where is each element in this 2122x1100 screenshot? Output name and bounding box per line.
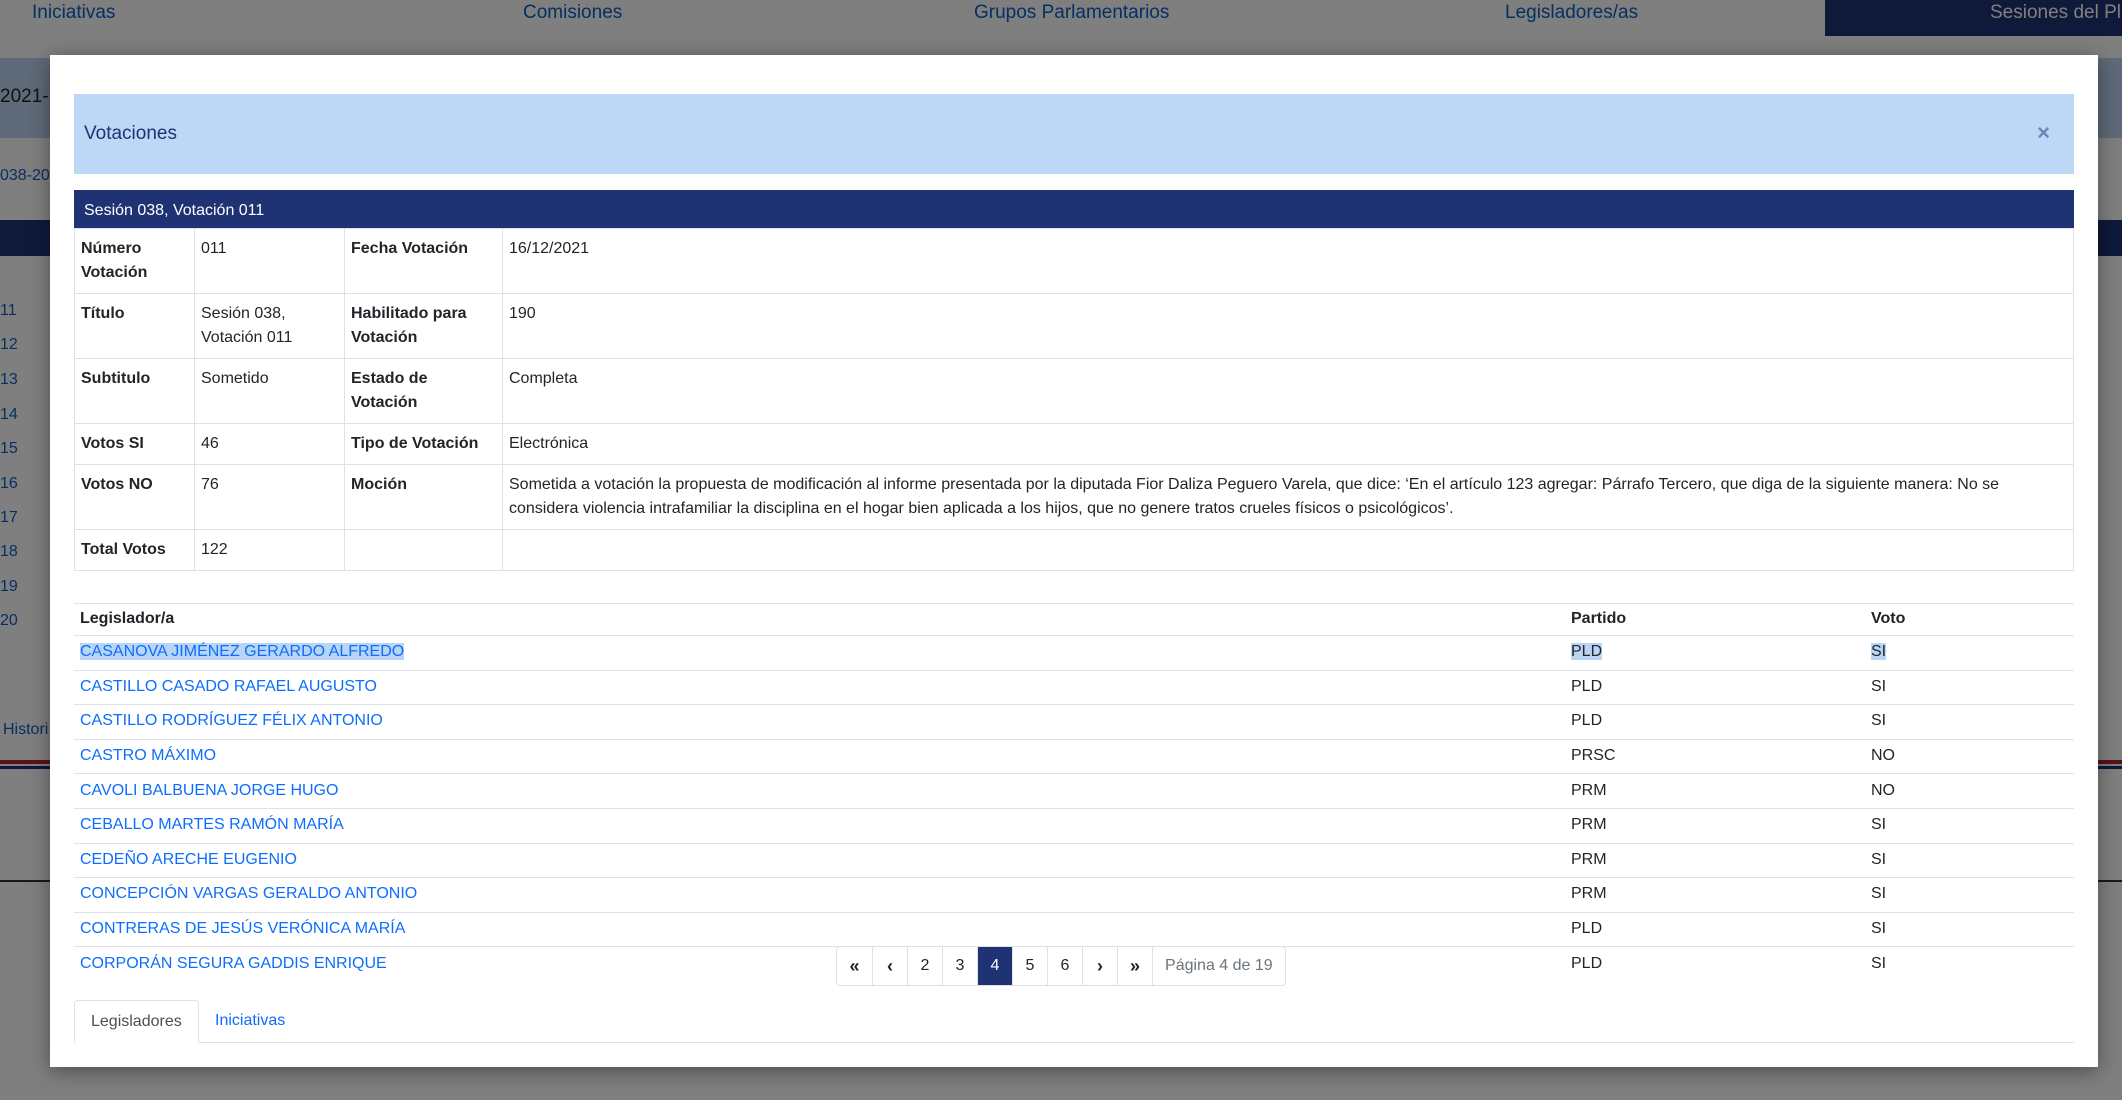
habilitado-value: 190 [502,293,2074,359]
votos-no-label: Votos NO [74,464,195,530]
header-voto: Voto [1865,603,2074,636]
vote-cell: SI [1865,808,2074,844]
total-label: Total Votos [74,529,195,571]
header-partido: Partido [1565,603,1865,636]
votos-si-label: Votos SI [74,423,195,465]
party-cell: PLD [1565,912,1865,948]
page-link[interactable]: 3 [942,947,977,985]
fecha-label: Fecha Votación [344,228,503,294]
table-row: CASTILLO RODRÍGUEZ FÉLIX ANTONIO PLD SI [74,704,2074,740]
header-legislador: Legislador/a [74,603,1565,636]
numero-label: Número Votación [74,228,195,294]
info-row: Título Sesión 038, Votación 011 Habilita… [74,293,2074,359]
mocion-label: Moción [344,464,503,530]
page-link[interactable]: 5 [1012,947,1047,985]
party-cell: PRSC [1565,739,1865,775]
vote-cell: NO [1865,739,2074,775]
close-icon[interactable]: × [2037,120,2050,146]
page-link[interactable]: 6 [1047,947,1082,985]
mocion-value: Sometida a votación la propuesta de modi… [502,464,2074,530]
tab-iniciativas[interactable]: Iniciativas [199,1000,301,1043]
tipo-label: Tipo de Votación [344,423,503,465]
first-page-icon[interactable]: « [837,947,872,985]
info-row: Total Votos 122 [74,529,2074,571]
current-page[interactable]: 4 [977,947,1012,985]
table-row: CAVOLI BALBUENA JORGE HUGO PRM NO [74,773,2074,809]
info-row: Votos SI 46 Tipo de Votación Electrónica [74,423,2074,465]
legislator-link[interactable]: CONTRERAS DE JESÚS VERÓNICA MARÍA [80,920,405,937]
party-cell: PRM [1565,773,1865,809]
fecha-value: 16/12/2021 [502,228,2074,294]
modal-tabs: Legisladores Iniciativas [74,1000,2074,1043]
vote-cell: NO [1865,773,2074,809]
modal-header: Votaciones × [74,94,2074,174]
vote-info-table: Número Votación 011 Fecha Votación 16/12… [74,228,2074,571]
page-link[interactable]: 2 [907,947,942,985]
vote-cell: SI [1871,643,1887,661]
last-page-icon[interactable]: » [1117,947,1152,985]
subtitulo-value: Sometido [194,358,345,424]
legislator-link[interactable]: CASTILLO CASADO RAFAEL AUGUSTO [80,678,377,695]
page-info: Página 4 de 19 [1152,947,1285,985]
votos-si-value: 46 [194,423,345,465]
pagination: « ‹ 2 3 4 5 6 › » Página 4 de 19 [836,946,1286,986]
table-row: CONTRERAS DE JESÚS VERÓNICA MARÍA PLD SI [74,912,2074,948]
prev-page-icon[interactable]: ‹ [872,947,907,985]
modal-title: Votaciones [84,123,177,144]
table-row: CEBALLO MARTES RAMÓN MARÍA PRM SI [74,808,2074,844]
next-page-icon[interactable]: › [1082,947,1117,985]
party-cell: PLD [1565,670,1865,706]
table-row: CEDEÑO ARECHE EUGENIO PRM SI [74,843,2074,879]
table-row: CASANOVA JIMÉNEZ GERARDO ALFREDO PLD SI [74,635,2074,671]
party-cell: PLD [1571,954,1603,972]
party-cell: PRM [1565,843,1865,879]
vote-cell: SI [1871,954,1887,972]
info-row: Subtitulo Sometido Estado de Votación Co… [74,358,2074,424]
table-row: CASTILLO CASADO RAFAEL AUGUSTO PLD SI [74,670,2074,706]
party-cell: PLD [1571,643,1603,661]
legislator-link[interactable]: CAVOLI BALBUENA JORGE HUGO [80,782,338,799]
legislator-link[interactable]: CONCEPCIÓN VARGAS GERALDO ANTONIO [80,885,417,902]
titulo-label: Título [74,293,195,359]
section-title: Sesión 038, Votación 011 [74,190,2074,228]
party-cell: PRM [1565,877,1865,913]
legislator-link[interactable]: CASTILLO RODRÍGUEZ FÉLIX ANTONIO [80,712,383,729]
legislator-link[interactable]: CASANOVA JIMÉNEZ GERARDO ALFREDO [80,643,405,661]
votos-no-value: 76 [194,464,345,530]
vote-cell: SI [1865,704,2074,740]
table-row: CONCEPCIÓN VARGAS GERALDO ANTONIO PRM SI [74,877,2074,913]
votaciones-modal: Votaciones × Sesión 038, Votación 011 Nú… [50,55,2098,1067]
legislator-link[interactable]: CEDEÑO ARECHE EUGENIO [80,851,297,868]
legislator-link[interactable]: CEBALLO MARTES RAMÓN MARÍA [80,816,344,833]
total-value: 122 [194,529,345,571]
table-row: CASTRO MÁXIMO PRSC NO [74,739,2074,775]
numero-value: 011 [194,228,345,294]
empty-cell [344,529,503,571]
vote-cell: SI [1865,843,2074,879]
titulo-value: Sesión 038, Votación 011 [194,293,345,359]
party-cell: PLD [1565,704,1865,740]
estado-value: Completa [502,358,2074,424]
party-cell: PRM [1565,808,1865,844]
legislator-link[interactable]: CORPORÁN SEGURA GADDIS ENRIQUE [80,955,387,972]
info-row: Número Votación 011 Fecha Votación 16/12… [74,228,2074,294]
habilitado-label: Habilitado para Votación [344,293,503,359]
subtitulo-label: Subtitulo [74,358,195,424]
vote-cell: SI [1865,670,2074,706]
legislator-link[interactable]: CASTRO MÁXIMO [80,747,216,764]
votes-table: Legislador/a Partido Voto CASANOVA JIMÉN… [74,603,2074,981]
votes-header-row: Legislador/a Partido Voto [74,603,2074,636]
vote-cell: SI [1865,877,2074,913]
tipo-value: Electrónica [502,423,2074,465]
empty-cell [502,529,2074,571]
tab-legisladores[interactable]: Legisladores [74,1000,199,1043]
vote-cell: SI [1865,912,2074,948]
info-row: Votos NO 76 Moción Sometida a votación l… [74,464,2074,530]
estado-label: Estado de Votación [344,358,503,424]
